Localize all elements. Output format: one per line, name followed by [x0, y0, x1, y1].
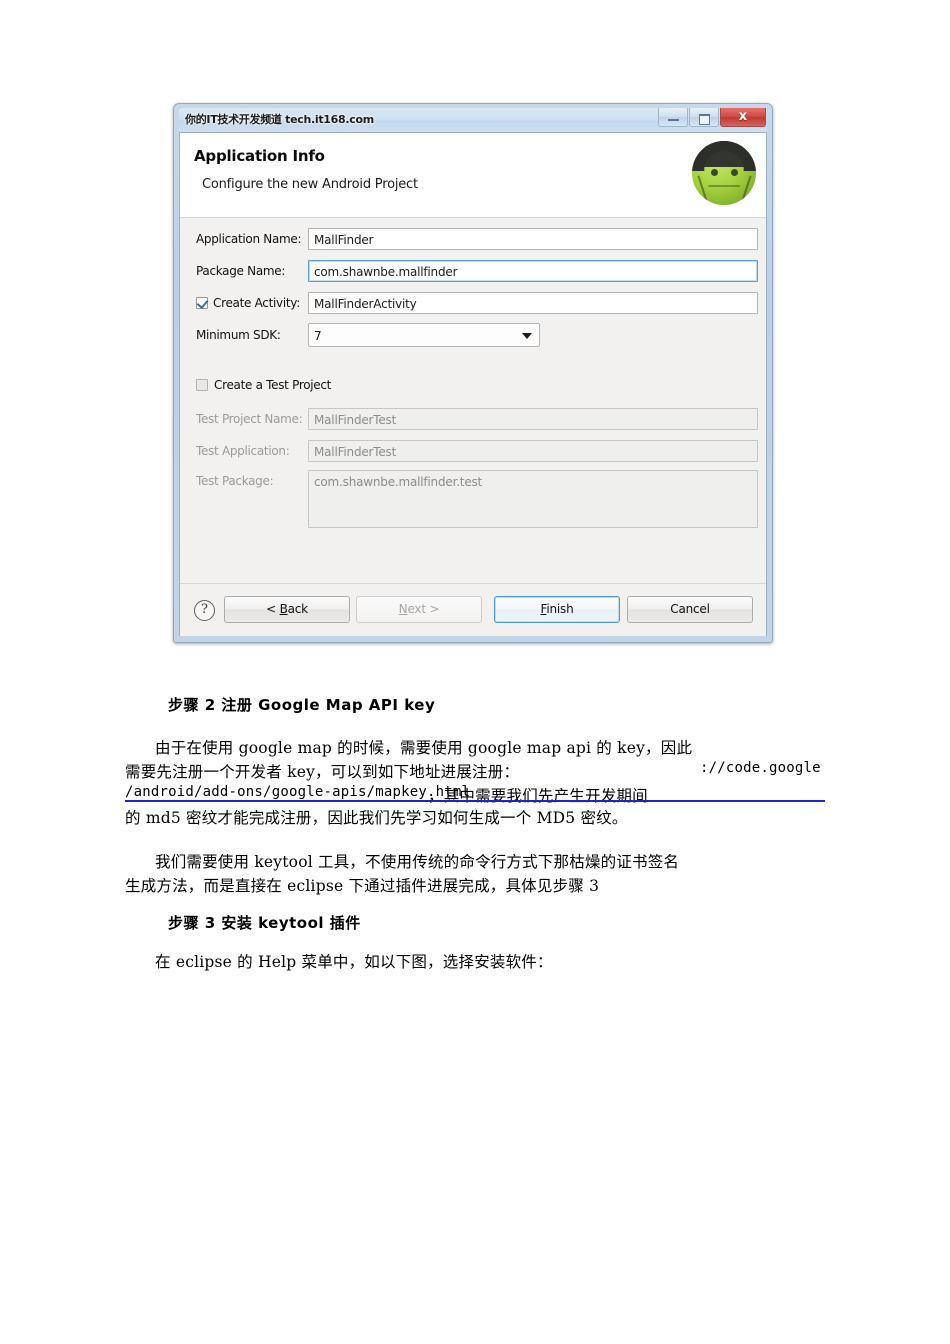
- checkmark-icon: [196, 296, 209, 310]
- back-button-accel: B: [279, 602, 288, 616]
- field-row-create-activity: Create Activity: MallFinderActivity: [180, 290, 766, 316]
- maximize-icon: [690, 110, 718, 129]
- application-name-label: Application Name:: [196, 232, 302, 246]
- paragraph-1-line-2a: 需要先注册一个开发者 key，可以到如下地址进展注册：: [125, 763, 520, 781]
- create-test-project-row[interactable]: Create a Test Project: [196, 378, 331, 392]
- document-page: 你的IT技术开发频道 tech.it168.com x Application …: [0, 0, 950, 1344]
- page-title: Application Info: [194, 147, 325, 165]
- paragraph-2-line-1: 我们需要使用 keytool 工具，不使用传统的命令行方式下那枯燥的证书签名: [155, 853, 680, 871]
- back-button-prefix: <: [266, 602, 280, 616]
- create-activity-input[interactable]: MallFinderActivity: [308, 292, 758, 314]
- chevron-down-icon: [522, 333, 532, 339]
- test-package-label: Test Package:: [196, 474, 274, 488]
- application-name-input[interactable]: MallFinder: [308, 228, 758, 250]
- heading-step-2: 步骤 2 注册 Google Map API key: [168, 696, 436, 714]
- create-test-project-label: Create a Test Project: [214, 378, 332, 392]
- help-icon[interactable]: ?: [194, 600, 215, 621]
- next-button-suffix: ext >: [407, 602, 440, 616]
- test-application-label: Test Application:: [196, 444, 290, 458]
- field-row-minimum-sdk: Minimum SDK: 7: [180, 322, 766, 348]
- window-frame: 你的IT技术开发频道 tech.it168.com x Application …: [173, 103, 773, 643]
- create-activity-label: Create Activity:: [213, 296, 300, 310]
- field-row-test-application: Test Application: MallFinderTest: [180, 438, 766, 464]
- minimize-button[interactable]: [658, 108, 688, 127]
- android-robot-icon: [692, 141, 756, 205]
- create-activity-label-group: Create Activity:: [180, 296, 308, 310]
- package-name-label: Package Name:: [196, 264, 286, 278]
- paragraph-2-line-2: 生成方法，而是直接在 eclipse 下通过插件进展完成，具体见步骤 3: [125, 877, 600, 895]
- test-project-name-input[interactable]: MallFinderTest: [308, 408, 758, 430]
- android-wizard-screenshot: 你的IT技术开发频道 tech.it168.com x Application …: [173, 103, 773, 643]
- dialog-body: Application Info Configure the new Andro…: [179, 132, 767, 636]
- test-project-name-label: Test Project Name:: [196, 412, 303, 426]
- blue-underline: [125, 800, 825, 802]
- page-subtitle: Configure the new Android Project: [202, 177, 418, 192]
- maximize-button[interactable]: [689, 108, 719, 127]
- next-button: Next >: [356, 596, 482, 623]
- heading-step-3: 步骤 3 安装 keytool 插件: [168, 914, 361, 932]
- window-controls: x: [657, 108, 766, 127]
- create-activity-checkbox[interactable]: [196, 296, 209, 310]
- test-package-input[interactable]: com.shawnbe.mallfinder.test: [308, 470, 758, 528]
- finish-button[interactable]: Finish: [494, 596, 620, 623]
- field-row-test-project-name: Test Project Name: MallFinderTest: [180, 406, 766, 432]
- close-icon: x: [738, 109, 748, 124]
- dialog-header: Application Info Configure the new Andro…: [180, 133, 766, 218]
- field-row-package-name: Package Name: com.shawnbe.mallfinder: [180, 258, 766, 284]
- package-name-input[interactable]: com.shawnbe.mallfinder: [308, 260, 758, 282]
- dialog-form: Application Name: MallFinder Package Nam…: [180, 218, 766, 636]
- test-application-input[interactable]: MallFinderTest: [308, 440, 758, 462]
- finish-button-suffix: inish: [546, 602, 574, 616]
- field-row-application-name: Application Name: MallFinder: [180, 226, 766, 252]
- window-titlebar[interactable]: 你的IT技术开发频道 tech.it168.com x: [179, 108, 767, 132]
- cancel-button[interactable]: Cancel: [627, 596, 753, 623]
- field-row-test-package: Test Package: com.shawnbe.mallfinder.tes…: [180, 470, 766, 528]
- paragraph-1-line-3a-url: /android/add-ons/google-apis/mapkey.html: [125, 784, 471, 800]
- create-test-project-checkbox[interactable]: [196, 379, 208, 391]
- minimum-sdk-value: 7: [314, 329, 322, 343]
- paragraph-3-line-1: 在 eclipse 的 Help 菜单中，如以下图，选择安装软件：: [155, 953, 553, 971]
- minimize-icon: [659, 110, 687, 125]
- close-button[interactable]: x: [720, 108, 766, 127]
- minimum-sdk-label: Minimum SDK:: [196, 328, 281, 342]
- window-title-watermark: 你的IT技术开发频道 tech.it168.com: [185, 113, 374, 126]
- paragraph-1-line-1: 由于在使用 google map 的时候，需要使用 google map api…: [155, 739, 693, 757]
- paragraph-1-line-4: 的 md5 密纹才能完成注册，因此我们先学习如何生成一个 MD5 密纹。: [125, 809, 628, 827]
- back-button[interactable]: < Back: [224, 596, 350, 623]
- minimum-sdk-select[interactable]: 7: [308, 323, 540, 347]
- dialog-button-bar: ? < Back Next > Finish Cancel: [180, 583, 766, 636]
- paragraph-1-line-3b: ，其中需要我们先产生开发期间: [428, 787, 648, 805]
- paragraph-1-line-2b-url: ://code.google: [700, 760, 821, 776]
- back-button-suffix: ack: [287, 602, 309, 616]
